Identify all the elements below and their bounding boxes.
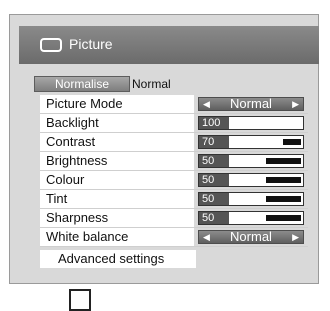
arrow-left-icon[interactable]: ◀ bbox=[203, 98, 210, 110]
brightness-slider[interactable]: 50 bbox=[198, 154, 304, 168]
row-white-balance[interactable]: White balance ◀ Normal ▶ bbox=[40, 228, 308, 247]
row-backlight[interactable]: Backlight 100 bbox=[40, 114, 308, 133]
row-tint[interactable]: Tint 50 bbox=[40, 190, 308, 209]
arrow-right-icon[interactable]: ▶ bbox=[292, 98, 299, 110]
row-brightness[interactable]: Brightness 50 bbox=[40, 152, 308, 171]
backlight-slider[interactable]: 100 bbox=[198, 116, 304, 130]
level-value: 50 bbox=[199, 155, 229, 167]
row-colour[interactable]: Colour 50 bbox=[40, 171, 308, 190]
sharpness-slider[interactable]: 50 bbox=[198, 211, 304, 225]
screen-icon bbox=[40, 38, 62, 52]
level-value: 70 bbox=[199, 136, 229, 148]
menu-title: Picture bbox=[69, 36, 113, 52]
level-fill bbox=[283, 139, 301, 145]
advanced-settings-button[interactable]: Advanced settings bbox=[40, 250, 196, 268]
white-balance-selector[interactable]: ◀ Normal ▶ bbox=[198, 230, 304, 244]
row-label: White balance bbox=[40, 228, 194, 246]
row-label: Brightness bbox=[40, 152, 194, 170]
row-label: Tint bbox=[40, 190, 194, 208]
tint-slider[interactable]: 50 bbox=[198, 192, 304, 206]
row-picture-mode[interactable]: Picture Mode ◀ Normal ▶ bbox=[40, 95, 308, 114]
selector-value: Normal bbox=[230, 229, 272, 244]
level-value: 100 bbox=[199, 117, 229, 129]
selector-value: Normal bbox=[230, 96, 272, 111]
row-label: Picture Mode bbox=[40, 95, 194, 113]
settings-list: Picture Mode ◀ Normal ▶ Backlight 100 Co… bbox=[40, 95, 308, 247]
level-fill bbox=[266, 215, 301, 221]
row-sharpness[interactable]: Sharpness 50 bbox=[40, 209, 308, 228]
row-label: Sharpness bbox=[40, 209, 194, 227]
row-label: Backlight bbox=[40, 114, 194, 132]
contrast-slider[interactable]: 70 bbox=[198, 135, 304, 149]
level-value: 50 bbox=[199, 174, 229, 186]
menu-title-bar: Picture bbox=[19, 26, 319, 64]
level-value: 50 bbox=[199, 212, 229, 224]
row-contrast[interactable]: Contrast 70 bbox=[40, 133, 308, 152]
row-label: Contrast bbox=[40, 133, 194, 151]
normalise-state: Normal bbox=[132, 77, 171, 91]
level-fill bbox=[266, 158, 301, 164]
level-fill bbox=[266, 177, 301, 183]
level-value: 50 bbox=[199, 193, 229, 205]
normalise-button[interactable]: Normalise bbox=[34, 76, 130, 92]
arrow-left-icon[interactable]: ◀ bbox=[203, 231, 210, 243]
square-button-icon bbox=[69, 289, 91, 311]
row-label: Colour bbox=[40, 171, 194, 189]
arrow-right-icon[interactable]: ▶ bbox=[292, 231, 299, 243]
level-fill bbox=[266, 196, 301, 202]
colour-slider[interactable]: 50 bbox=[198, 173, 304, 187]
picture-mode-selector[interactable]: ◀ Normal ▶ bbox=[198, 97, 304, 111]
